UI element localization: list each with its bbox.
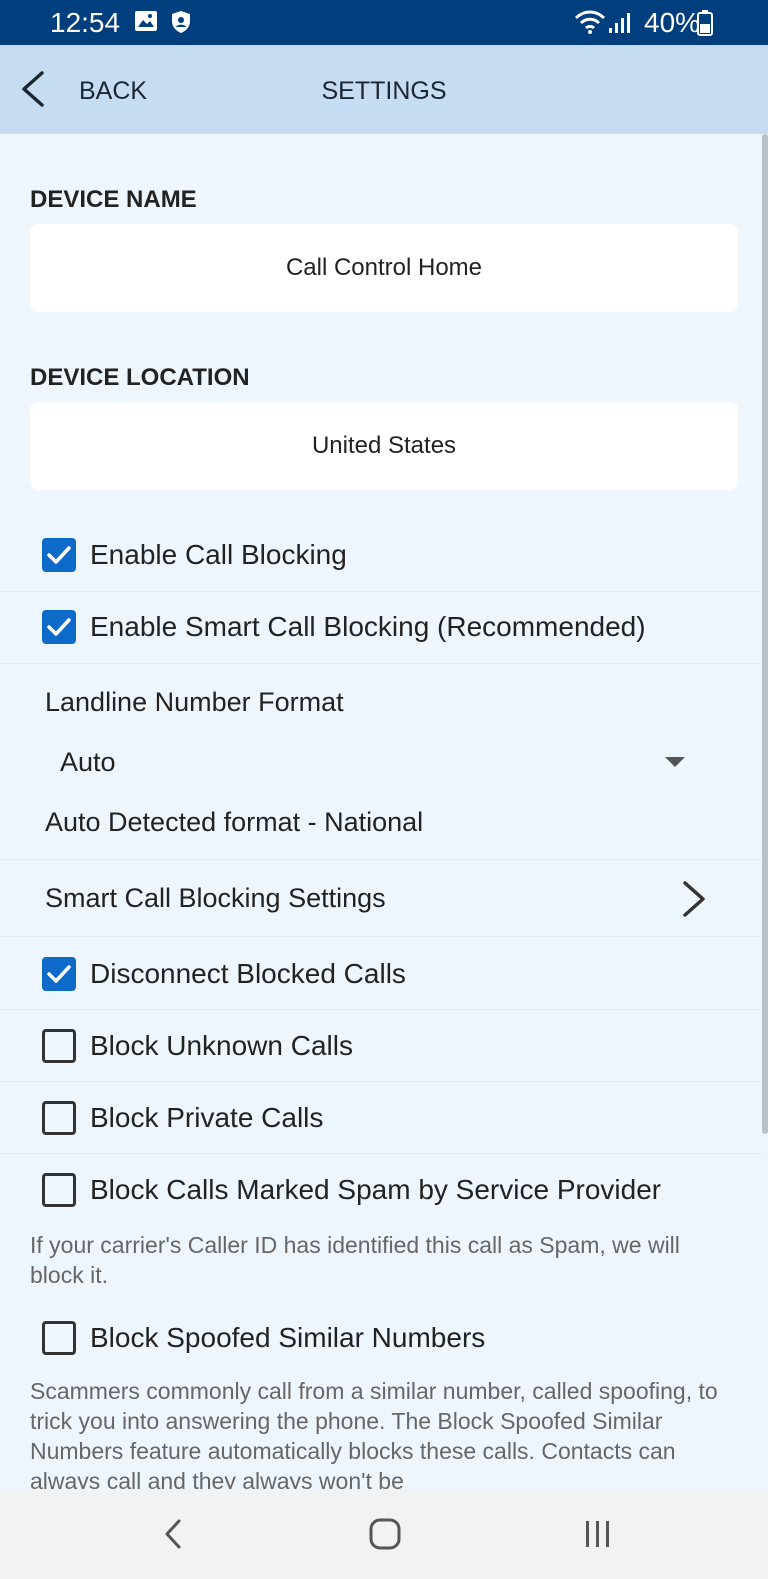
block-spoofed-numbers-label: Block Spoofed Similar Numbers (90, 1322, 486, 1353)
nav-back-button[interactable] (145, 1509, 205, 1559)
shield-icon (170, 10, 192, 39)
device-name-value: Call Control Home (285, 254, 483, 281)
device-name-label: DEVICE NAME (30, 186, 197, 213)
nav-back-icon (165, 1519, 181, 1549)
device-location-field[interactable]: United States (30, 402, 738, 490)
enable-call-blocking-row[interactable]: Enable Call Blocking (0, 520, 762, 592)
disconnect-blocked-calls-label: Disconnect Blocked Calls (90, 958, 406, 989)
dropdown-arrow-icon (665, 757, 685, 767)
image-icon (134, 10, 158, 37)
landline-format-label: Landline Number Format (45, 687, 344, 717)
auto-detected-format: Auto Detected format - National (45, 807, 424, 837)
battery-icon (697, 10, 713, 41)
enable-call-blocking-label: Enable Call Blocking (90, 539, 347, 570)
block-spoofed-numbers-row[interactable]: Block Spoofed Similar Numbers Scammers c… (0, 1302, 762, 1489)
app-header: BACK SETTINGS (0, 45, 768, 134)
nav-recents-icon (586, 1521, 609, 1547)
block-spam-calls-row[interactable]: Block Calls Marked Spam by Service Provi… (0, 1154, 762, 1294)
status-bar: 12:54 40% (0, 0, 768, 45)
status-time: 12:54 (50, 7, 121, 38)
settings-content[interactable]: DEVICE NAME Call Control Home DEVICE LOC… (0, 134, 768, 1489)
block-spam-calls-label: Block Calls Marked Spam by Service Provi… (90, 1174, 662, 1205)
checkmark-icon (47, 965, 71, 983)
landline-format-dropdown[interactable]: Auto (45, 734, 695, 784)
battery-percent: 40% (644, 7, 701, 38)
device-location-label: DEVICE LOCATION (30, 364, 250, 391)
nav-recents-button[interactable] (568, 1509, 628, 1559)
chevron-right-icon (683, 881, 705, 917)
device-name-field[interactable]: Call Control Home (30, 224, 738, 312)
device-location-value: United States (311, 432, 457, 459)
smart-call-blocking-settings-label: Smart Call Blocking Settings (45, 883, 386, 913)
disconnect-blocked-calls-row[interactable]: Disconnect Blocked Calls (0, 938, 762, 1010)
block-spoofed-numbers-checkbox[interactable] (42, 1321, 76, 1355)
signal-icon (608, 12, 632, 39)
wifi-icon (574, 10, 606, 39)
block-private-calls-label: Block Private Calls (90, 1102, 324, 1133)
enable-smart-call-blocking-label: Enable Smart Call Blocking (Recommended) (90, 611, 646, 642)
system-nav-bar (0, 1489, 768, 1579)
block-spam-description: If your carrier's Caller ID has identifi… (30, 1232, 680, 1288)
enable-call-blocking-checkbox[interactable] (42, 538, 76, 572)
block-unknown-calls-label: Block Unknown Calls (90, 1030, 353, 1061)
page-title: SETTINGS (321, 77, 447, 105)
nav-home-icon (369, 1518, 401, 1550)
block-unknown-calls-checkbox[interactable] (42, 1029, 76, 1063)
landline-format-selected: Auto (60, 747, 116, 777)
disconnect-blocked-calls-checkbox[interactable] (42, 957, 76, 991)
checkmark-icon (47, 618, 71, 636)
nav-home-button[interactable] (355, 1509, 415, 1559)
settings-screen: 12:54 40% BACK SETTINGS DEVICE NAME Call… (0, 0, 768, 1579)
landline-format-section: Landline Number Format Auto Auto Detecte… (0, 664, 762, 860)
block-private-calls-checkbox[interactable] (42, 1101, 76, 1135)
smart-call-blocking-settings-row[interactable]: Smart Call Blocking Settings (0, 860, 762, 937)
block-spoofed-description: Scammers commonly call from a similar nu… (30, 1378, 718, 1489)
checkmark-icon (47, 546, 71, 564)
block-unknown-calls-row[interactable]: Block Unknown Calls (0, 1010, 762, 1082)
block-private-calls-row[interactable]: Block Private Calls (0, 1082, 762, 1154)
scrollbar[interactable] (762, 134, 768, 1134)
enable-smart-call-blocking-checkbox[interactable] (42, 610, 76, 644)
enable-smart-call-blocking-row[interactable]: Enable Smart Call Blocking (Recommended) (0, 592, 762, 664)
block-spam-calls-checkbox[interactable] (42, 1173, 76, 1207)
